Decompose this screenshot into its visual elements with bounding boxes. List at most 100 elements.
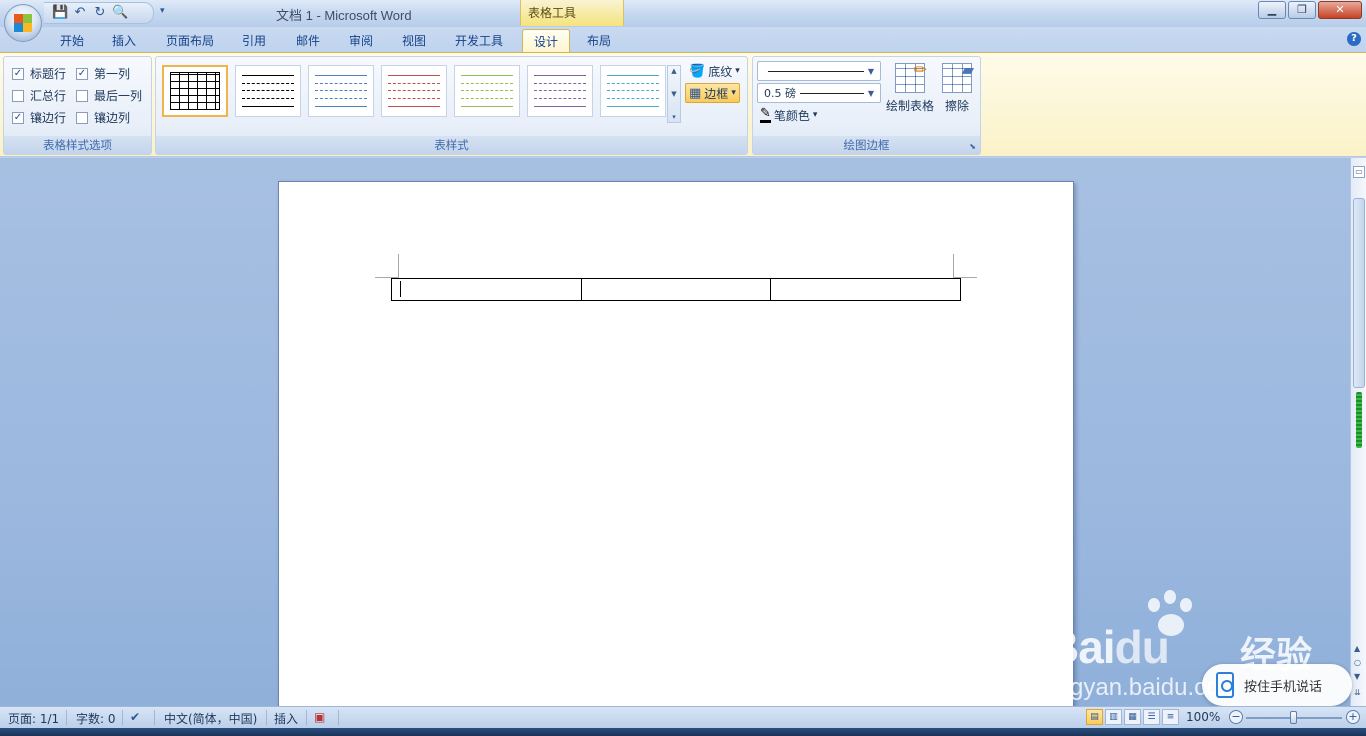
maximize-button[interactable]: ❐ (1288, 1, 1316, 19)
voice-input-button[interactable]: 按住手机说话 (1202, 664, 1352, 706)
title-bar: 💾 ↶ ↻ 🔍 ▾ 文档 1 - Microsoft Word 表格工具 ▁ ❐… (0, 0, 1366, 27)
tab-developer[interactable]: 开发工具 (446, 29, 512, 52)
word-count[interactable]: 字数: 0 (76, 710, 116, 727)
line-style-combo[interactable]: ▼ (757, 61, 881, 81)
gallery-more-icon[interactable]: ▾ (672, 113, 676, 121)
scroll-down-icon[interactable]: ▼ (1354, 672, 1360, 681)
print-layout-icon[interactable]: ▤ (1086, 709, 1103, 725)
outline-view-icon[interactable]: ☰ (1143, 709, 1160, 725)
dialog-launcher-icon[interactable]: ⬊ (969, 142, 976, 151)
checkbox-icon (76, 89, 88, 102)
last-column-checkbox[interactable]: 最后一列 (76, 87, 142, 104)
print-preview-icon[interactable]: 🔍 (112, 5, 128, 21)
vertical-scrollbar[interactable]: ▭ ▲ ○ ▼ ⇊ (1350, 158, 1366, 706)
full-screen-reading-icon[interactable]: ▥ (1105, 709, 1122, 725)
next-page-icon[interactable]: ⇊ (1354, 688, 1361, 697)
chevron-down-icon[interactable]: ▼ (671, 90, 676, 98)
ruler-toggle-icon[interactable]: ▭ (1353, 166, 1365, 178)
total-row-checkbox[interactable]: 汇总行 (12, 87, 66, 104)
zoom-in-icon[interactable]: + (1346, 710, 1360, 724)
borders-button[interactable]: ▦ 边框 ▾ (685, 83, 740, 103)
checkbox-icon (12, 89, 24, 102)
tab-home[interactable]: 开始 (50, 29, 94, 52)
line-weight-preview (800, 92, 864, 94)
status-bar: 页面: 1/1 字数: 0 ✔ 中文(简体，中国) 插入 ▣ ▤ ▥ ▦ ☰ ≡… (0, 706, 1366, 728)
draw-table-button[interactable]: ✏ 绘制表格 (885, 60, 935, 114)
tab-view[interactable]: 视图 (392, 29, 436, 52)
checkbox-icon: ✓ (76, 67, 88, 80)
line-weight-combo[interactable]: 0.5 磅 ▼ (757, 83, 881, 103)
table-cell[interactable] (770, 278, 961, 301)
checkbox-label: 镶边行 (30, 111, 67, 125)
tab-insert[interactable]: 插入 (102, 29, 146, 52)
draw-table-label: 绘制表格 (885, 99, 934, 113)
language-indicator[interactable]: 中文(简体，中国) (164, 710, 257, 727)
pen-color-button[interactable]: ✎ 笔颜色 ▾ (757, 105, 820, 125)
browse-object-icon[interactable]: ○ (1354, 658, 1361, 667)
tab-page-layout[interactable]: 页面布局 (156, 29, 224, 52)
ribbon: ✓ 标题行 ✓ 第一列 汇总行 最后一列 ✓ 镶边行 镶边列 表格样式选项 ▲ … (0, 52, 1366, 157)
table-style-5[interactable] (527, 65, 593, 117)
grid-style-preview (170, 72, 220, 110)
customize-qat-icon[interactable]: ▾ (160, 6, 165, 16)
tab-mailings[interactable]: 邮件 (286, 29, 330, 52)
table-cell[interactable] (580, 278, 772, 301)
tab-design[interactable]: 设计 (522, 29, 570, 52)
line-weight-value: 0.5 磅 (764, 87, 796, 100)
group-label: 表格样式选项 (4, 136, 151, 154)
eraser-button[interactable]: ▰ 擦除 (937, 60, 977, 114)
tab-layout[interactable]: 布局 (577, 29, 621, 52)
header-row-checkbox[interactable]: ✓ 标题行 (12, 65, 66, 82)
table-style-4[interactable] (454, 65, 520, 117)
zoom-slider-knob[interactable] (1290, 711, 1297, 724)
view-buttons: ▤ ▥ ▦ ☰ ≡ (1086, 709, 1179, 725)
table-style-6[interactable] (600, 65, 666, 117)
window-controls: ▁ ❐ ✕ (1256, 1, 1362, 19)
save-icon[interactable]: 💾 (52, 5, 68, 21)
chevron-up-icon[interactable]: ▲ (671, 67, 676, 75)
table-style-1[interactable] (235, 65, 301, 117)
group-table-style-options: ✓ 标题行 ✓ 第一列 汇总行 最后一列 ✓ 镶边行 镶边列 表格样式选项 (3, 56, 152, 155)
text-caret (400, 281, 401, 297)
shading-button[interactable]: 🪣 底纹 ▾ (686, 61, 743, 81)
draft-view-icon[interactable]: ≡ (1162, 709, 1179, 725)
tab-review[interactable]: 审阅 (339, 29, 383, 52)
banded-columns-checkbox[interactable]: 镶边列 (76, 109, 130, 126)
zoom-out-icon[interactable]: − (1229, 710, 1243, 724)
group-table-styles: ▲ ▼ ▾ 🪣 底纹 ▾ ▦ 边框 ▾ 表样式 (155, 56, 748, 155)
web-layout-icon[interactable]: ▦ (1124, 709, 1141, 725)
first-column-checkbox[interactable]: ✓ 第一列 (76, 65, 130, 82)
document-table[interactable] (391, 278, 961, 301)
office-button[interactable] (4, 4, 42, 42)
tab-references[interactable]: 引用 (232, 29, 276, 52)
redo-icon[interactable]: ↻ (92, 5, 108, 21)
close-button[interactable]: ✕ (1318, 1, 1362, 19)
banded-rows-checkbox[interactable]: ✓ 镶边行 (12, 109, 66, 126)
document-page[interactable] (278, 181, 1074, 706)
crop-mark (398, 254, 399, 278)
table-style-grid[interactable] (162, 65, 228, 117)
window-title: 文档 1 - Microsoft Word (276, 8, 412, 23)
group-label: 绘图边框 (753, 136, 980, 154)
zoom-level[interactable]: 100% (1186, 710, 1220, 724)
style-gallery-scroll[interactable]: ▲ ▼ ▾ (667, 65, 681, 123)
macro-record-icon[interactable]: ▣ (314, 710, 325, 724)
pen-color-label: 笔颜色 (773, 108, 810, 123)
paint-bucket-icon: 🪣 (689, 63, 706, 79)
table-cell[interactable] (391, 278, 582, 301)
minimize-button[interactable]: ▁ (1258, 1, 1286, 19)
page-count[interactable]: 页面: 1/1 (8, 710, 59, 727)
table-row (391, 278, 961, 301)
undo-icon[interactable]: ↶ (72, 5, 88, 21)
draw-table-icon: ✏ (895, 60, 927, 93)
scroll-up-icon[interactable]: ▲ (1354, 644, 1360, 653)
table-style-2[interactable] (308, 65, 374, 117)
table-style-3[interactable] (381, 65, 447, 117)
dropdown-arrow-icon: ▼ (867, 88, 874, 98)
shading-label: 底纹 (708, 64, 733, 79)
help-icon[interactable]: ? (1347, 32, 1361, 46)
proofing-icon[interactable]: ✔ (130, 710, 140, 724)
insert-mode[interactable]: 插入 (274, 710, 298, 727)
scrollbar-thumb[interactable] (1353, 198, 1365, 388)
dropdown-arrow-icon: ▼ (867, 66, 874, 76)
